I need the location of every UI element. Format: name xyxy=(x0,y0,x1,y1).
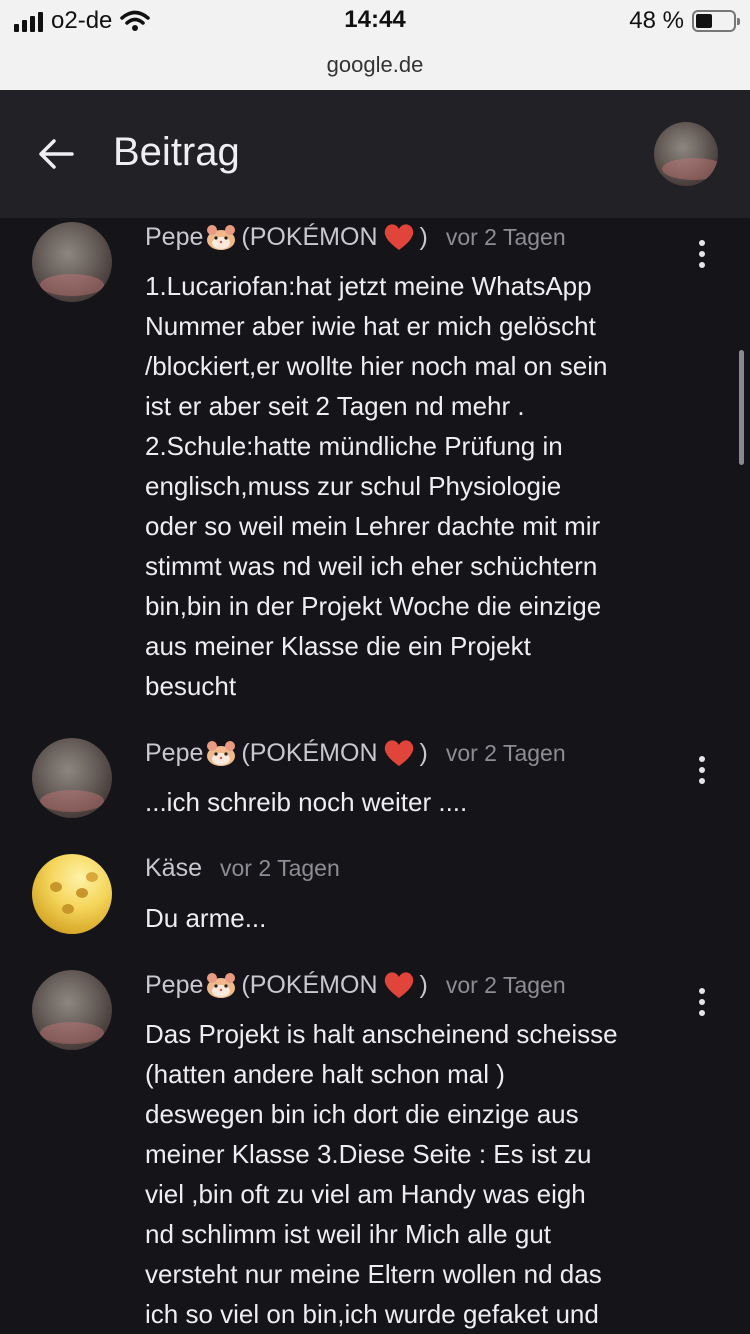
more-options-button[interactable] xyxy=(690,982,714,1022)
more-options-button[interactable] xyxy=(690,750,714,790)
comment-meta: Pepe (POKÉMON ) vor 2 Tagen xyxy=(145,222,566,252)
heart-emoji-icon xyxy=(384,740,413,766)
author-name[interactable]: Pepe (POKÉMON ) xyxy=(145,970,428,1000)
avatar[interactable] xyxy=(32,970,112,1050)
battery-percent: 48 % xyxy=(629,7,684,34)
heart-emoji-icon xyxy=(384,972,413,998)
app-header: Beitrag xyxy=(0,90,750,218)
avatar[interactable] xyxy=(32,222,112,302)
url-bar[interactable]: google.de xyxy=(0,52,750,78)
comment-feed[interactable]: Pepe (POKÉMON ) vor 2 Tagen 1.Lucariofan… xyxy=(0,218,750,1334)
comment-timestamp: vor 2 Tagen xyxy=(219,855,340,881)
comment-text: Du arme... xyxy=(145,903,267,933)
battery-icon xyxy=(692,10,740,32)
author-name[interactable]: Pepe (POKÉMON ) xyxy=(145,222,428,252)
author-name[interactable]: Käse xyxy=(145,854,202,883)
hamster-emoji-icon xyxy=(207,741,236,766)
back-button[interactable] xyxy=(32,130,80,178)
comment-timestamp: vor 2 Tagen xyxy=(445,971,566,998)
avatar[interactable] xyxy=(32,854,112,934)
comment-text: ...ich schreib noch weiter .... xyxy=(145,787,468,817)
status-bar: o2-de 14:44 48 % google.de xyxy=(0,0,750,90)
page-title: Beitrag xyxy=(113,130,240,174)
heart-emoji-icon xyxy=(384,224,413,250)
author-name[interactable]: Pepe (POKÉMON ) xyxy=(145,738,428,768)
comment-text: Das Projekt is halt anscheinend scheisse… xyxy=(145,1019,618,1329)
hamster-emoji-icon xyxy=(207,225,236,250)
hamster-emoji-icon xyxy=(207,973,236,998)
comment-text: 1.Lucariofan:hat jetzt meine WhatsApp Nu… xyxy=(145,271,608,701)
comment-meta: Pepe (POKÉMON ) vor 2 Tagen xyxy=(145,970,566,1000)
status-right: 48 % xyxy=(629,6,740,36)
arrow-left-icon xyxy=(39,139,74,169)
comment-meta: Pepe (POKÉMON ) vor 2 Tagen xyxy=(145,738,566,768)
comment-timestamp: vor 2 Tagen xyxy=(445,223,566,250)
profile-avatar[interactable] xyxy=(654,122,718,186)
avatar[interactable] xyxy=(32,738,112,818)
scrollbar[interactable] xyxy=(739,350,744,465)
comment-meta: Käse vor 2 Tagen xyxy=(145,854,340,883)
comment-timestamp: vor 2 Tagen xyxy=(445,739,566,766)
more-options-button[interactable] xyxy=(690,234,714,274)
